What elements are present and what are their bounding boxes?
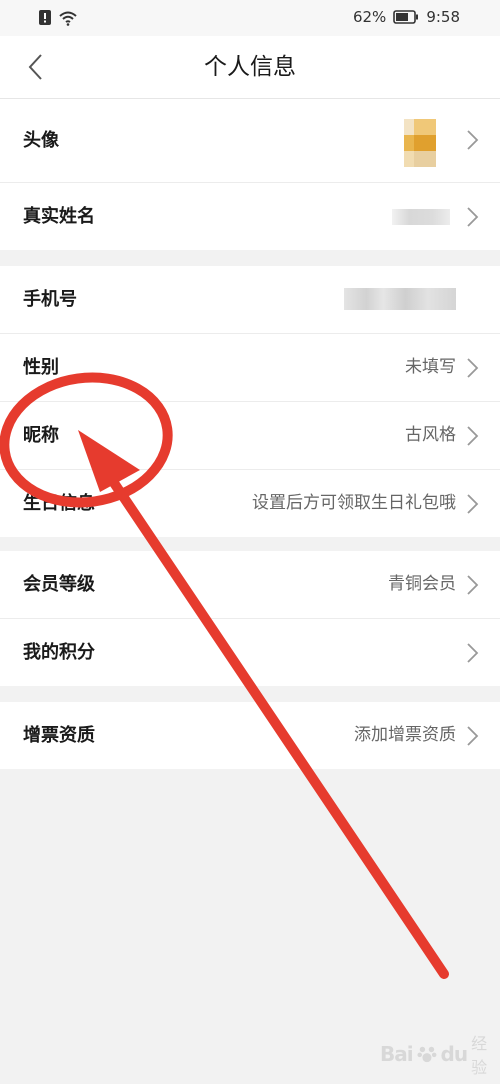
row-invoice-qualification[interactable]: 增票资质 添加增票资质 — [0, 702, 500, 769]
row-label: 头像 — [23, 130, 59, 151]
phone-value-blurred — [344, 288, 456, 310]
chevron-right-icon — [467, 575, 479, 595]
row-gender[interactable]: 性别 未填写 — [0, 334, 500, 402]
watermark-brand-suffix: du — [440, 1042, 469, 1066]
row-avatar[interactable]: 头像 — [0, 99, 500, 183]
chevron-right-icon — [467, 494, 479, 514]
row-label: 真实姓名 — [23, 206, 95, 227]
row-label: 我的积分 — [23, 642, 95, 663]
section-basic: 头像 真实姓名 — [0, 99, 500, 250]
row-nickname[interactable]: 昵称 古风格 — [0, 402, 500, 470]
row-value: 添加增票资质 — [354, 725, 456, 745]
baidu-watermark: Bai du 经验 — [380, 1030, 500, 1078]
page-title: 个人信息 — [204, 54, 296, 80]
status-left-icons — [38, 9, 78, 26]
real-name-value-blurred — [392, 209, 450, 225]
section-membership: 会员等级 青铜会员 我的积分 — [0, 551, 500, 686]
paw-icon — [417, 1046, 437, 1063]
row-value: 古风格 — [405, 425, 456, 445]
wifi-icon — [59, 11, 77, 26]
watermark-brand: Bai — [380, 1042, 414, 1066]
row-label: 增票资质 — [23, 725, 95, 746]
nav-bar: 个人信息 — [0, 36, 500, 99]
clock: 9:58 — [426, 8, 460, 26]
watermark-sub: 经验 — [471, 1034, 488, 1077]
chevron-right-icon — [467, 130, 479, 150]
row-label: 会员等级 — [23, 574, 95, 595]
row-member-level[interactable]: 会员等级 青铜会员 — [0, 551, 500, 619]
row-birthday[interactable]: 生日信息 设置后方可领取生日礼包哦 — [0, 470, 500, 537]
row-value: 青铜会员 — [388, 574, 456, 594]
section-contact: 手机号 性别 未填写 昵称 古风格 生日信息 设置后方可领取生日礼包哦 — [0, 266, 500, 537]
row-points[interactable]: 我的积分 — [0, 619, 500, 686]
sim-alert-icon — [39, 10, 51, 25]
chevron-right-icon — [467, 726, 479, 746]
row-label: 昵称 — [23, 425, 59, 446]
avatar — [404, 119, 448, 167]
status-bar: 62% 9:58 — [0, 0, 500, 36]
status-right: 62% 9:58 — [353, 8, 460, 26]
row-label: 手机号 — [23, 289, 77, 310]
row-value: 未填写 — [405, 357, 456, 377]
battery-percent: 62% — [352, 8, 387, 26]
chevron-right-icon — [467, 643, 479, 663]
battery-icon — [393, 10, 419, 24]
chevron-right-icon — [467, 207, 479, 227]
chevron-right-icon — [467, 426, 479, 446]
chevron-right-icon — [467, 358, 479, 378]
row-label: 生日信息 — [23, 493, 95, 514]
row-value: 设置后方可领取生日礼包哦 — [252, 493, 456, 513]
row-phone[interactable]: 手机号 — [0, 266, 500, 334]
section-invoice: 增票资质 添加增票资质 — [0, 702, 500, 769]
row-real-name[interactable]: 真实姓名 — [0, 183, 500, 250]
row-label: 性别 — [23, 357, 59, 378]
